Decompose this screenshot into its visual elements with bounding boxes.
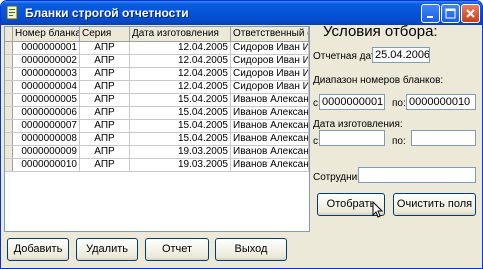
mouse-cursor-icon (372, 201, 384, 218)
cell-number[interactable]: 0000000008 (13, 133, 80, 145)
delete-button[interactable]: Удалить (76, 238, 138, 261)
cell-date[interactable]: 12.04.2005 (130, 42, 231, 54)
column-header-series[interactable]: Серия (80, 27, 130, 41)
date-from-field[interactable] (319, 130, 385, 146)
row-indicator[interactable] (5, 68, 13, 80)
cell-date[interactable]: 12.04.2005 (130, 81, 231, 93)
date-to-field[interactable] (411, 130, 476, 146)
filter-heading: Условия отбора: (323, 23, 438, 40)
date-to-label: по: (392, 136, 406, 147)
cell-date[interactable]: 12.04.2005 (130, 68, 231, 80)
cell-number[interactable]: 0000000002 (13, 55, 80, 67)
cell-series[interactable]: АПР (80, 146, 130, 158)
cell-date[interactable]: 15.04.2005 (130, 94, 231, 106)
cell-employee[interactable]: Иванов Александ (231, 146, 309, 158)
cell-series[interactable]: АПР (80, 81, 130, 93)
cell-series[interactable]: АПР (80, 159, 130, 171)
main-window: Бланки строгой отчетности Номер бланка С… (0, 0, 483, 269)
cell-employee[interactable]: Иванов Александ (231, 107, 309, 119)
cell-date[interactable]: 15.04.2005 (130, 107, 231, 119)
minimize-button[interactable] (421, 4, 440, 23)
row-indicator[interactable] (5, 107, 13, 119)
cell-employee[interactable]: Сидоров Иван Ив (231, 68, 309, 80)
window-title: Бланки строгой отчетности (25, 6, 189, 20)
minimize-icon (427, 16, 433, 18)
cell-employee[interactable]: Сидоров Иван Ив (231, 42, 309, 54)
cell-series[interactable]: АПР (80, 68, 130, 80)
cell-number[interactable]: 0000000005 (13, 94, 80, 106)
add-button[interactable]: Добавить (7, 238, 69, 261)
report-button[interactable]: Отчет (145, 238, 209, 261)
report-date-field[interactable]: 25.04.2006 (372, 47, 430, 63)
column-header-number[interactable]: Номер бланка (13, 27, 80, 41)
cell-number[interactable]: 0000000003 (13, 68, 80, 80)
employee-label: Сотрудник: (313, 172, 365, 183)
cell-series[interactable]: АПР (80, 42, 130, 54)
cell-date[interactable]: 19.03.2005 (130, 159, 231, 171)
cell-number[interactable]: 0000000001 (13, 42, 80, 54)
cell-series[interactable]: АПР (80, 133, 130, 145)
row-indicator[interactable] (5, 42, 13, 54)
maximize-icon (445, 8, 456, 19)
cell-number[interactable]: 0000000004 (13, 81, 80, 93)
cell-date[interactable]: 15.04.2005 (130, 120, 231, 132)
cell-number[interactable]: 0000000010 (13, 159, 80, 171)
cell-number[interactable]: 0000000007 (13, 120, 80, 132)
cell-series[interactable]: АПР (80, 55, 130, 67)
table-row[interactable]: 0000000002 АПР 12.04.2005 Сидоров Иван Ив (5, 55, 309, 68)
cell-employee[interactable]: Иванов Александ (231, 120, 309, 132)
table-row[interactable]: 0000000008 АПР 15.04.2005 Иванов Александ (5, 133, 309, 146)
row-indicator[interactable] (5, 159, 13, 171)
exit-button[interactable]: Выход (215, 238, 287, 261)
cell-employee[interactable]: Сидоров Иван Ив (231, 81, 309, 93)
row-indicator[interactable] (5, 120, 13, 132)
cell-date[interactable]: 15.04.2005 (130, 133, 231, 145)
row-indicator[interactable] (5, 94, 13, 106)
table-row[interactable]: 0000000003 АПР 12.04.2005 Сидоров Иван Ив (5, 68, 309, 81)
cell-employee[interactable]: Иванов Александ (231, 94, 309, 106)
range-to-field[interactable]: 0000000010 (406, 94, 476, 110)
cell-series[interactable]: АПР (80, 94, 130, 106)
app-icon (6, 5, 18, 20)
row-indicator[interactable] (5, 146, 13, 158)
employee-field[interactable] (358, 167, 476, 183)
column-header-employee[interactable]: Ответственный сотр (231, 27, 309, 41)
maximize-button[interactable] (441, 4, 460, 23)
clear-fields-button[interactable]: Очистить поля (393, 193, 476, 216)
forms-table[interactable]: Номер бланка Серия Дата изготовления Отв… (4, 26, 310, 232)
table-row[interactable]: 0000000010 АПР 19.03.2005 Иванов Александ (5, 159, 309, 172)
table-header: Номер бланка Серия Дата изготовления Отв… (5, 27, 309, 42)
cell-number[interactable]: 0000000009 (13, 146, 80, 158)
range-from-field[interactable]: 0000000001 (319, 94, 385, 110)
table-row[interactable]: 0000000007 АПР 15.04.2005 Иванов Александ (5, 120, 309, 133)
cell-date[interactable]: 19.03.2005 (130, 146, 231, 158)
title-bar[interactable]: Бланки строгой отчетности (1, 1, 482, 25)
table-row[interactable]: 0000000006 АПР 15.04.2005 Иванов Александ (5, 107, 309, 120)
table-row[interactable]: 0000000001 АПР 12.04.2005 Сидоров Иван Ив (5, 42, 309, 55)
cell-date[interactable]: 12.04.2005 (130, 55, 231, 67)
cell-employee[interactable]: Иванов Александ (231, 133, 309, 145)
header-indicator (5, 27, 13, 41)
table-row[interactable]: 0000000009 АПР 19.03.2005 Иванов Александ (5, 146, 309, 159)
cell-series[interactable]: АПР (80, 120, 130, 132)
manufacture-date-label: Дата изготовления: (313, 119, 403, 130)
close-button[interactable] (461, 4, 480, 23)
close-icon (466, 9, 475, 18)
range-label: Диапазон номеров бланков: (313, 75, 444, 86)
row-indicator[interactable] (5, 55, 13, 67)
row-indicator[interactable] (5, 133, 13, 145)
cell-employee[interactable]: Сидоров Иван Ив (231, 55, 309, 67)
cell-employee[interactable]: Иванов Александ (231, 159, 309, 171)
cell-number[interactable]: 0000000006 (13, 107, 80, 119)
range-to-label: по: (392, 98, 406, 109)
cell-series[interactable]: АПР (80, 107, 130, 119)
table-row[interactable]: 0000000005 АПР 15.04.2005 Иванов Александ (5, 94, 309, 107)
table-row[interactable]: 0000000004 АПР 12.04.2005 Сидоров Иван Ив (5, 81, 309, 94)
row-indicator[interactable] (5, 81, 13, 93)
column-header-date[interactable]: Дата изготовления (130, 27, 231, 41)
